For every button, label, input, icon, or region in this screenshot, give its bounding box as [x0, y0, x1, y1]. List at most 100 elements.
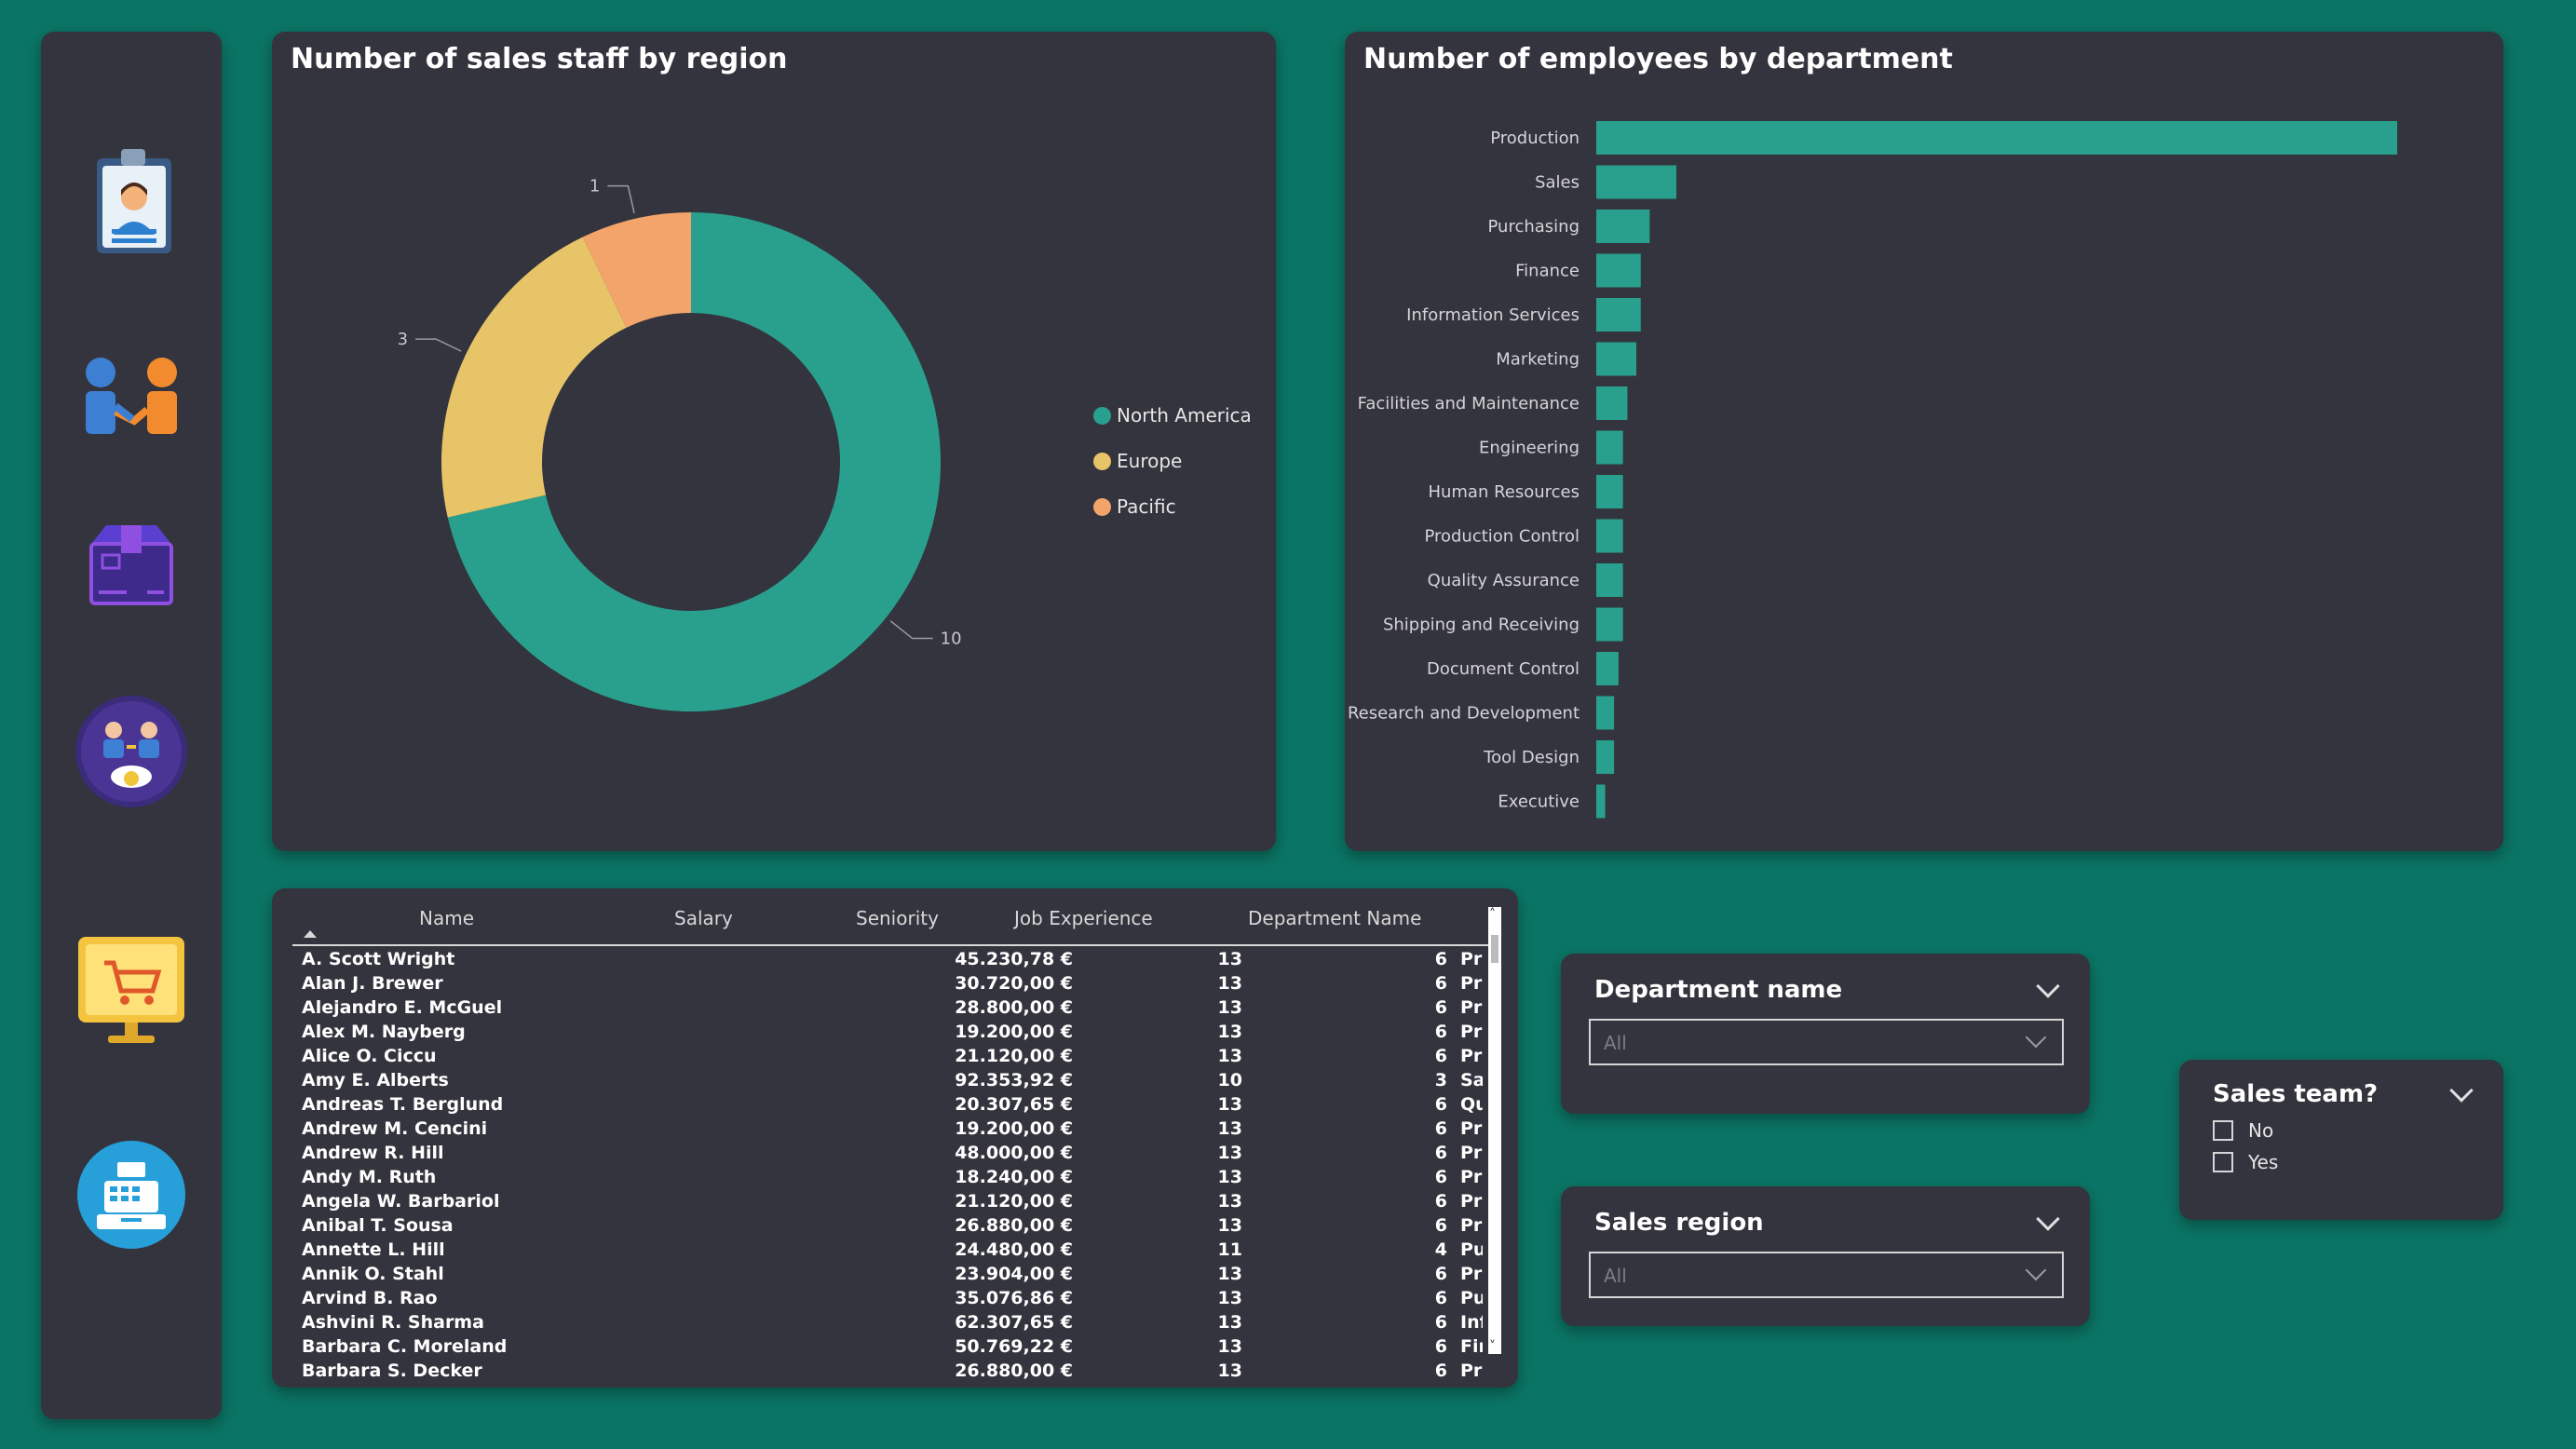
cell-name: Andrew M. Cencini — [302, 1118, 488, 1139]
table-row[interactable]: Andy M. Ruth 18.240,00 € 13 6 Production — [272, 1164, 1483, 1188]
option-no[interactable]: No — [2213, 1119, 2273, 1142]
employee-badge-icon[interactable] — [73, 143, 190, 261]
cell-salary: 20.307,65 € — [955, 1094, 1073, 1115]
leader-line — [607, 184, 635, 214]
bar-production[interactable] — [1596, 121, 2397, 155]
category-label: Production Control — [1424, 527, 1579, 547]
bar-production-control[interactable] — [1596, 519, 1623, 553]
bar-executive[interactable] — [1596, 784, 1606, 819]
table-row[interactable]: Angela W. Barbariol 21.120,00 € 13 6 Product… — [272, 1188, 1483, 1212]
table-row[interactable]: Andrew M. Cencini 19.200,00 € 13 6 Productio… — [272, 1116, 1483, 1140]
bar-human-resources[interactable] — [1596, 475, 1623, 508]
legend-dot — [1093, 452, 1111, 470]
option-label: Yes — [2248, 1151, 2279, 1173]
col-header-salary[interactable]: Salary — [674, 907, 733, 929]
bar-information-services[interactable] — [1596, 298, 1641, 332]
legend-label: North America — [1117, 404, 1252, 427]
category-label: Facilities and Maintenance — [1358, 394, 1579, 413]
legend-europe[interactable]: Europe — [1093, 450, 1182, 472]
chevron-down-icon[interactable] — [2036, 1207, 2060, 1231]
bar-shipping-and-receiving[interactable] — [1596, 607, 1623, 642]
slicer-title: Department name — [1594, 976, 1843, 1004]
col-header-job-experience[interactable]: Job Experience — [1014, 907, 1153, 929]
bar-finance[interactable] — [1596, 253, 1641, 288]
cell-name: Andreas T. Berglund — [302, 1094, 504, 1115]
cell-seniority: 11 — [1217, 1239, 1242, 1260]
team-finance-icon[interactable] — [73, 693, 190, 810]
bar-marketing[interactable] — [1596, 342, 1636, 376]
cell-job-experience: 6 — [1434, 1215, 1447, 1236]
col-header-seniority[interactable]: Seniority — [856, 907, 939, 929]
chevron-down-icon[interactable] — [2036, 974, 2060, 998]
cell-department: Sales — [1460, 1070, 1483, 1090]
cash-register-icon[interactable] — [73, 1136, 190, 1253]
table-row[interactable]: Alice O. Ciccu 21.120,00 € 13 6 Production — [272, 1043, 1483, 1067]
bar-sales[interactable] — [1596, 165, 1676, 199]
table-row[interactable]: Annik O. Stahl 23.904,00 € 13 6 Production — [272, 1261, 1483, 1285]
scroll-up-icon[interactable]: ˄ — [1489, 908, 1496, 921]
table-row[interactable]: Anibal T. Sousa 26.880,00 € 13 6 Production — [272, 1212, 1483, 1237]
bar-purchasing[interactable] — [1596, 210, 1650, 243]
cell-salary: 28.800,00 € — [955, 997, 1073, 1018]
table-row[interactable]: Ashvini R. Sharma 62.307,65 € 13 6 Informati… — [272, 1309, 1483, 1334]
cell-salary: 21.120,00 € — [955, 1191, 1073, 1212]
cell-name: Alex M. Nayberg — [302, 1022, 466, 1042]
table-row[interactable]: Alan J. Brewer 30.720,00 € 13 6 Production C… — [272, 970, 1483, 995]
bar-research-and-development[interactable] — [1596, 696, 1615, 730]
donut-slice-europe[interactable] — [441, 237, 627, 518]
legend-label: Pacific — [1117, 495, 1176, 518]
table-row[interactable]: Arvind B. Rao 35.076,86 € 13 6 Purchasing — [272, 1285, 1483, 1309]
table-row[interactable]: Alex M. Nayberg 19.200,00 € 13 6 Production — [272, 1019, 1483, 1043]
dropdown-value: All — [1604, 1265, 1627, 1287]
table-row[interactable]: Andreas T. Berglund 20.307,65 € 13 6 Quality… — [272, 1091, 1483, 1116]
table-row[interactable]: Barbara C. Moreland 50.769,22 € 13 6 Finance — [272, 1334, 1483, 1358]
checkbox[interactable] — [2213, 1120, 2233, 1141]
option-yes[interactable]: Yes — [2213, 1151, 2278, 1173]
cell-department: Quality Assurance — [1460, 1094, 1483, 1115]
donut-chart-svg: 10 3 1 — [398, 177, 962, 711]
bar-facilities-and-maintenance[interactable] — [1596, 386, 1628, 420]
table-row[interactable]: A. Scott Wright 45.230,78 € 13 6 Production … — [272, 946, 1483, 970]
table-row[interactable]: Barbara S. Decker 26.880,00 € 13 6 Productio… — [272, 1358, 1483, 1382]
department-dropdown[interactable]: All — [1589, 1019, 2064, 1065]
scroll-thumb[interactable] — [1491, 935, 1498, 963]
category-label: Human Resources — [1428, 482, 1579, 502]
cell-job-experience: 6 — [1434, 1118, 1447, 1139]
bar-engineering[interactable] — [1596, 430, 1623, 465]
leader-line — [415, 338, 462, 352]
bar-document-control[interactable] — [1596, 652, 1619, 685]
cell-department: Production — [1460, 1118, 1483, 1139]
bar-tool-design[interactable] — [1596, 740, 1615, 774]
slicer-title: Sales region — [1594, 1209, 1764, 1237]
cell-salary: 35.076,86 € — [955, 1288, 1073, 1308]
cell-name: Alan J. Brewer — [302, 973, 443, 994]
shopping-cart-monitor-icon[interactable] — [73, 931, 190, 1049]
cell-job-experience: 6 — [1434, 949, 1447, 969]
chevron-down-icon — [2025, 1026, 2047, 1049]
cell-job-experience: 6 — [1434, 1361, 1447, 1381]
cell-salary: 18.240,00 € — [955, 1167, 1073, 1187]
legend-pacific[interactable]: Pacific — [1093, 495, 1176, 518]
region-dropdown[interactable]: All — [1589, 1252, 2064, 1298]
cell-department: Production — [1460, 1191, 1483, 1212]
table-row[interactable]: Alejandro E. McGuel 28.800,00 € 13 6 Product… — [272, 995, 1483, 1019]
table-row[interactable]: Amy E. Alberts 92.353,92 € 10 3 Sales — [272, 1067, 1483, 1091]
checkbox[interactable] — [2213, 1152, 2233, 1172]
bar-quality-assurance[interactable] — [1596, 563, 1623, 597]
handshake-icon[interactable] — [73, 322, 190, 440]
col-header-name[interactable]: Name — [419, 907, 474, 929]
chevron-down-icon[interactable] — [2449, 1078, 2474, 1103]
cell-job-experience: 4 — [1434, 1239, 1447, 1260]
table-row[interactable]: Annette L. Hill 24.480,00 € 11 4 Purchasing — [272, 1237, 1483, 1261]
category-label: Research and Development — [1348, 704, 1579, 724]
cell-department: Production — [1460, 1046, 1483, 1066]
col-header-department[interactable]: Department Name — [1248, 907, 1421, 929]
category-label: Quality Assurance — [1428, 571, 1579, 590]
legend-north-america[interactable]: North America — [1093, 404, 1252, 427]
sort-ascending-icon[interactable] — [304, 930, 317, 938]
scroll-down-icon[interactable]: ˅ — [1489, 1340, 1496, 1353]
cell-seniority: 13 — [1217, 1264, 1242, 1284]
table-row[interactable]: Andrew R. Hill 48.000,00 € 13 6 Production — [272, 1140, 1483, 1164]
table-scrollbar[interactable]: ˄ ˅ — [1488, 907, 1501, 1354]
product-box-icon[interactable] — [73, 507, 190, 624]
